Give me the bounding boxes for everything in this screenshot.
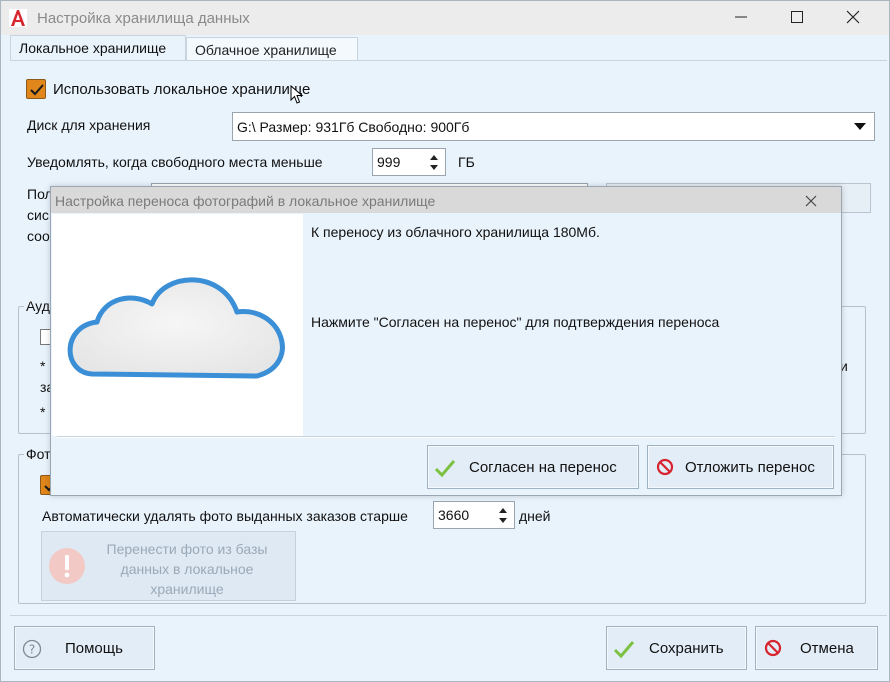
cloud-image	[52, 214, 303, 436]
app-logo-icon	[9, 9, 27, 27]
close-icon	[805, 195, 817, 207]
dialog-divider	[57, 436, 835, 438]
help-button[interactable]: ? Помощь	[14, 626, 155, 670]
postpone-transfer-button[interactable]: Отложить перенос	[647, 445, 834, 489]
notify-label: Уведомлять, когда свободного места меньш…	[27, 154, 323, 170]
help-button-label: Помощь	[65, 640, 123, 657]
auto-delete-days-value: 3660	[438, 507, 470, 523]
spinner-down-icon[interactable]	[430, 165, 438, 170]
stop-icon	[656, 458, 674, 476]
cloud-icon	[67, 277, 285, 379]
agree-transfer-label: Согласен на перенос	[469, 459, 617, 476]
auto-delete-days-spinner[interactable]: 3660	[433, 501, 515, 529]
postpone-transfer-label: Отложить перенос	[685, 459, 815, 476]
agree-transfer-button[interactable]: Согласен на перенос	[427, 445, 639, 489]
transfer-dialog: Настройка переноса фотографий в локально…	[50, 186, 842, 496]
save-button[interactable]: Сохранить	[606, 626, 747, 670]
spinner-up-icon[interactable]	[499, 508, 507, 513]
help-icon: ?	[22, 639, 42, 659]
cancel-button[interactable]: Отмена	[755, 626, 878, 670]
minimize-icon	[735, 16, 747, 18]
stop-icon	[764, 639, 782, 657]
check-icon	[613, 641, 635, 659]
checkmark-icon	[30, 84, 44, 96]
maximize-icon	[791, 11, 803, 23]
disk-select[interactable]: G:\ Размер: 931Гб Свободно: 900Гб	[232, 112, 875, 141]
auto-delete-unit: дней	[519, 508, 551, 524]
dialog-transfer-info: К переносу из облачного хранилища 180Мб.	[311, 224, 600, 240]
disk-label: Диск для хранения	[27, 117, 151, 133]
svg-text:?: ?	[29, 643, 35, 657]
cancel-button-label: Отмена	[800, 640, 854, 657]
tab-cloud-storage[interactable]: Облачное хранилище	[186, 37, 358, 61]
transfer-photos-label: Перенести фото из базы данных в локально…	[106, 541, 268, 597]
notify-threshold-value: 999	[377, 154, 401, 170]
photo-group-title: Фот	[24, 446, 53, 462]
path-label-line1: Пол	[27, 186, 53, 202]
save-button-label: Сохранить	[649, 640, 724, 657]
check-icon	[434, 460, 456, 478]
dropdown-arrow-icon	[854, 123, 866, 130]
close-icon	[846, 10, 860, 24]
use-local-storage-checkbox[interactable]	[26, 79, 46, 99]
audio-note-star-2: *	[40, 404, 46, 420]
maximize-button[interactable]	[769, 1, 825, 33]
auto-delete-label: Автоматически удалять фото выданных зака…	[42, 508, 408, 524]
notify-threshold-spinner[interactable]: 999	[372, 148, 446, 176]
disk-select-value: G:\ Размер: 931Гб Свободно: 900Гб	[237, 119, 470, 135]
path-label-line2: сис	[27, 207, 49, 223]
dialog-title-bar[interactable]: Настройка переноса фотографий в локально…	[51, 187, 841, 213]
close-button[interactable]	[825, 1, 881, 33]
window-title: Настройка хранилища данных	[37, 10, 250, 27]
audio-group-title: Ауд	[24, 298, 52, 314]
settings-window: Настройка хранилища данных Локальное хра…	[0, 0, 890, 682]
warning-icon	[49, 548, 85, 584]
dialog-close-button[interactable]	[799, 191, 823, 211]
dialog-title: Настройка переноса фотографий в локально…	[55, 193, 436, 209]
dialog-instruction: Нажмите "Согласен на перенос" для подтве…	[311, 314, 720, 330]
tab-local-storage[interactable]: Локальное хранилище	[10, 35, 186, 61]
transfer-photos-button[interactable]: Перенести фото из базы данных в локально…	[41, 531, 296, 601]
spinner-down-icon[interactable]	[499, 518, 507, 523]
path-label-line3: соо	[27, 228, 50, 244]
footer-divider	[10, 615, 887, 616]
mouse-cursor-icon	[290, 85, 304, 104]
minimize-button[interactable]	[713, 1, 769, 33]
notify-unit: ГБ	[458, 154, 475, 170]
title-bar[interactable]: Настройка хранилища данных	[1, 1, 889, 35]
use-local-storage-label[interactable]: Использовать локальное хранилище	[53, 81, 310, 98]
tab-divider	[10, 60, 887, 61]
spinner-up-icon[interactable]	[430, 155, 438, 160]
audio-note-star-1: *	[40, 358, 46, 374]
